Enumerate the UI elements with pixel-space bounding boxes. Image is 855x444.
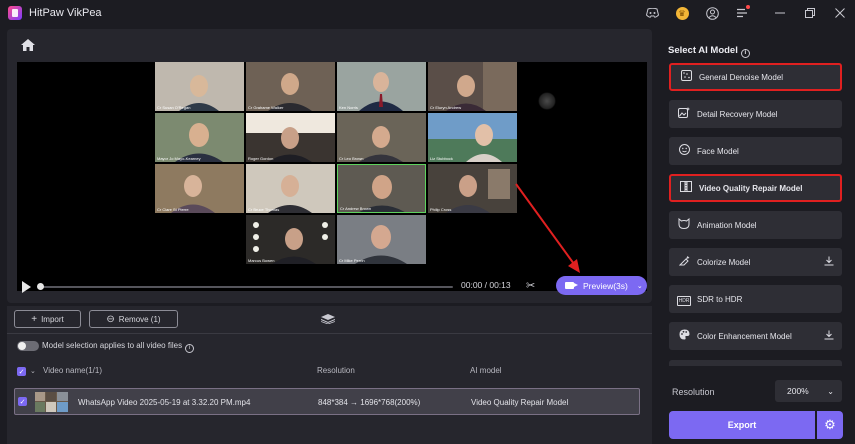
restore-icon[interactable] [795, 0, 825, 26]
export-button[interactable]: Export [669, 411, 815, 439]
participant-tile: Cr Clare St Pierre [155, 164, 244, 213]
colorize-icon [676, 255, 692, 269]
close-icon[interactable] [825, 0, 855, 26]
progress-track[interactable] [39, 286, 453, 288]
repair-icon [678, 181, 694, 195]
participant-tile: Roger Gordon [246, 113, 335, 162]
download-icon[interactable] [824, 330, 834, 343]
preview-panel: Cr Susan O'Regan Cr Grahame Walker Ken N… [7, 29, 652, 303]
select-all-checkbox[interactable]: ✓ [17, 367, 26, 376]
model-animation[interactable]: Animation Model [669, 211, 842, 239]
spotlight-circle [538, 92, 556, 110]
crown-icon[interactable]: ♛ [667, 0, 697, 26]
menu-icon[interactable] [727, 0, 757, 26]
download-icon[interactable] [824, 256, 834, 269]
column-ai-model: AI model [470, 366, 502, 375]
animation-icon [676, 217, 692, 232]
hdr-icon: HDR [676, 296, 692, 306]
gear-icon[interactable]: ⚙ [817, 411, 843, 439]
apply-all-toggle[interactable] [17, 341, 39, 351]
video-call-grid: Cr Susan O'Regan Cr Grahame Walker Ken N… [155, 62, 518, 266]
video-preview[interactable]: Cr Susan O'Regan Cr Grahame Walker Ken N… [17, 62, 647, 291]
file-list-panel: + Import ⊖ Remove (1) Model selection ap… [7, 306, 652, 444]
layers-icon[interactable] [321, 314, 335, 324]
preview-button[interactable]: Preview(3s) ⌄ [556, 276, 647, 295]
progress-handle[interactable] [37, 283, 44, 290]
camera-icon [565, 282, 578, 289]
participant-tile-active: Cr Andrew Brown [337, 164, 426, 213]
scissors-icon[interactable]: ✂ [526, 279, 535, 292]
home-icon[interactable] [20, 38, 36, 52]
participant-tile: Cr Bruce Thomas [246, 164, 335, 213]
participant-tile: Cr Grahame Walker [246, 62, 335, 111]
row-checkbox[interactable]: ✓ [18, 397, 27, 406]
plus-icon: + [31, 313, 38, 325]
denoise-icon [678, 70, 694, 84]
discord-icon[interactable] [637, 0, 667, 26]
video-thumbnail [35, 392, 68, 412]
table-row[interactable]: ✓ WhatsApp Video 2025-05-19 at 3.32.20 P… [14, 388, 640, 415]
model-general-denoise[interactable]: General Denoise Model [669, 63, 842, 91]
palette-icon [676, 329, 692, 343]
model-video-quality-repair[interactable]: Video Quality Repair Model [669, 174, 842, 202]
apply-all-label: Model selection applies to all video fil… [42, 341, 195, 353]
chevron-down-icon: ⌄ [827, 386, 834, 396]
sidebar-title: Select AI Model i [668, 45, 750, 58]
play-icon[interactable] [22, 281, 31, 293]
model-colorize[interactable]: Colorize Model [669, 248, 842, 276]
participant-tile: Mayor Jo Mayo-Kearney [155, 113, 244, 162]
participant-tile: Liz Stubbock [428, 113, 517, 162]
column-video-name: Video name(1/1) [43, 366, 102, 375]
model-detail-recovery[interactable]: Detail Recovery Model [669, 100, 842, 128]
remove-button[interactable]: ⊖ Remove (1) [89, 310, 178, 328]
sort-chevron-icon[interactable]: ⌄ [30, 367, 36, 375]
resolution-label: Resolution [672, 387, 715, 397]
title-bar: HitPaw VikPea ♛ [0, 0, 855, 26]
chevron-down-icon[interactable]: ⌄ [637, 282, 643, 290]
video-ai-model: Video Quality Repair Model [471, 398, 569, 407]
divider [7, 333, 652, 334]
participant-tile: Ken Norris [337, 62, 426, 111]
import-button[interactable]: + Import [14, 310, 81, 328]
model-list-overflow [669, 360, 842, 366]
app-logo-icon [8, 6, 22, 20]
model-color-enhancement[interactable]: Color Enhancement Model [669, 322, 842, 350]
notification-dot-icon [746, 5, 750, 9]
video-name: WhatsApp Video 2025-05-19 at 3.32.20 PM.… [78, 398, 251, 407]
model-face[interactable]: Face Model [669, 137, 842, 165]
model-sidebar: Select AI Model i General Denoise Model D… [659, 29, 855, 444]
resolution-select[interactable]: 200% ⌄ [775, 380, 842, 402]
column-resolution: Resolution [317, 366, 355, 375]
account-icon[interactable] [697, 0, 727, 26]
participant-tile: Cr Susan O'Regan [155, 62, 244, 111]
participant-tile: Cr Leo Brown [337, 113, 426, 162]
time-readout: 00:00 / 00:13 [461, 280, 511, 290]
participant-tile: Philip Cross [428, 164, 517, 213]
detail-icon [676, 107, 692, 121]
face-icon [676, 144, 692, 158]
info-icon[interactable]: i [740, 49, 750, 58]
minus-circle-icon: ⊖ [106, 313, 115, 325]
model-sdr-to-hdr[interactable]: HDR SDR to HDR [669, 285, 842, 313]
app-window: HitPaw VikPea ♛ Cr Susan O'Regan Cr Grah… [0, 0, 855, 444]
participant-tile: Marcus Bowen [246, 215, 335, 264]
minimize-icon[interactable] [765, 0, 795, 26]
video-resolution: 848*384 → 1696*768(200%) [318, 398, 421, 407]
app-title: HitPaw VikPea [29, 7, 102, 19]
playback-controls: 00:00 / 00:13 ✂ Preview(3s) ⌄ [17, 276, 647, 298]
participant-tile: Cr Mike Perrin [337, 215, 426, 264]
info-icon[interactable]: i [185, 344, 195, 353]
participant-tile: Cr Eluryn Andrew [428, 62, 517, 111]
